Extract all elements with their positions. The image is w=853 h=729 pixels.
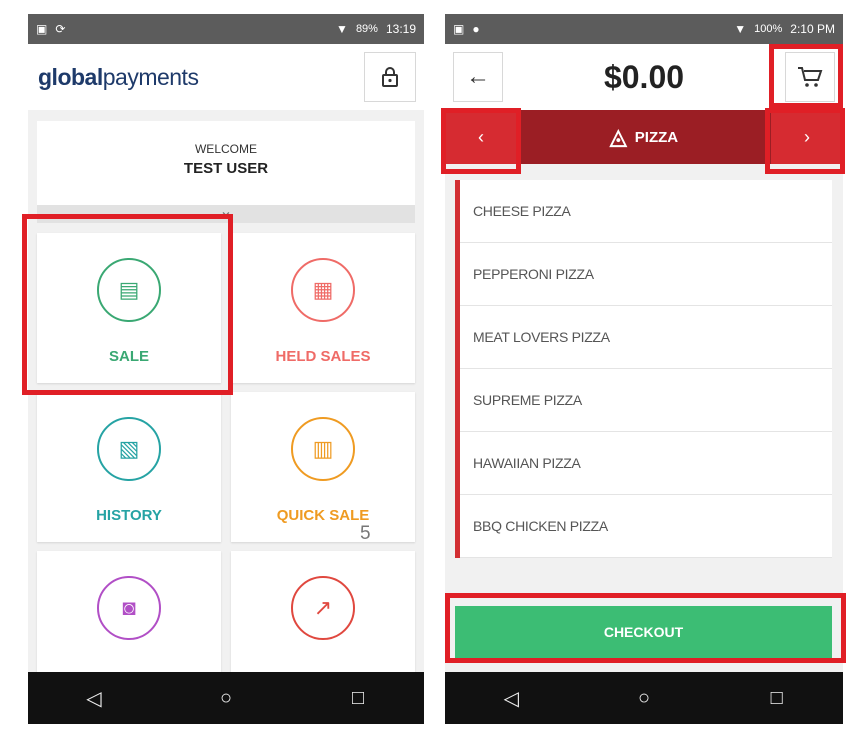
history-icon: ▧ bbox=[97, 417, 161, 481]
list-item[interactable]: PEPPERONI PIZZA bbox=[460, 243, 832, 306]
notification-icon: ▣ bbox=[36, 22, 48, 36]
history-label: HISTORY bbox=[96, 507, 162, 524]
user-name: TEST USER bbox=[183, 160, 269, 177]
back-nav-icon[interactable]: ◁ bbox=[499, 686, 523, 711]
checkout-highlight-box bbox=[445, 593, 846, 663]
reporting-chart-icon: ↗ bbox=[291, 576, 355, 640]
page-number: 5 bbox=[360, 523, 371, 544]
list-item[interactable]: BBQ CHICKEN PIZZA bbox=[460, 495, 832, 558]
arrow-left-icon: ← bbox=[466, 63, 490, 90]
held-sales-icon: ▦ bbox=[291, 258, 355, 322]
prev-arrow-highlight-box bbox=[441, 108, 521, 174]
quick-sale-label: QUICK SALE bbox=[276, 507, 370, 524]
status-bar: ▣ ● ▼ 100% 2:10 PM bbox=[445, 14, 843, 44]
location-icon: ● bbox=[472, 22, 480, 36]
android-nav-bar: ◁ ○ □ bbox=[445, 672, 843, 724]
held-sales-tile[interactable]: ▦ HELD SALES bbox=[231, 233, 415, 383]
sync-icon: ⟳ bbox=[55, 22, 66, 36]
management-safe-icon: ◙ bbox=[97, 576, 161, 640]
battery-level: 89% bbox=[355, 23, 378, 35]
list-item[interactable]: MEAT LOVERS PIZZA bbox=[460, 306, 832, 369]
notification-icon: ▣ bbox=[453, 22, 465, 36]
history-tile[interactable]: ▧ HISTORY bbox=[37, 392, 221, 542]
status-bar: ▣ ⟳ ▼ 89% 13:19 bbox=[28, 14, 424, 44]
welcome-label: WELCOME bbox=[194, 142, 257, 156]
list-item[interactable]: CHEESE PIZZA bbox=[460, 180, 832, 243]
back-button[interactable]: ← bbox=[453, 52, 503, 102]
clock: 2:10 PM bbox=[790, 22, 835, 36]
clock: 13:19 bbox=[385, 22, 416, 36]
battery-level: 100% bbox=[754, 23, 783, 35]
list-item[interactable]: SUPREME PIZZA bbox=[460, 369, 832, 432]
list-item[interactable]: HAWAIIAN PIZZA bbox=[460, 432, 832, 495]
lock-button[interactable] bbox=[364, 52, 416, 102]
globalpayments-logo: globalpayments bbox=[38, 63, 199, 90]
category-label: PIZZA bbox=[634, 128, 679, 146]
cart-highlight-box bbox=[769, 44, 843, 108]
back-nav-icon[interactable]: ◁ bbox=[82, 686, 106, 711]
held-sales-label: HELD SALES bbox=[275, 348, 371, 365]
category-title: ◬ PIZZA bbox=[610, 124, 678, 150]
welcome-panel: WELCOME TEST USER ⌄ bbox=[37, 121, 415, 223]
wifi-icon: ▼ bbox=[336, 22, 348, 36]
quick-sale-icon: ▥ bbox=[291, 417, 355, 481]
recents-nav-icon[interactable]: □ bbox=[765, 687, 789, 710]
home-nav-icon[interactable]: ○ bbox=[632, 687, 656, 710]
sale-highlight-box bbox=[22, 214, 233, 395]
lock-icon bbox=[382, 67, 398, 87]
product-list: CHEESE PIZZA PEPPERONI PIZZA MEAT LOVERS… bbox=[455, 180, 832, 558]
order-total: $0.00 bbox=[603, 58, 685, 95]
app-header: globalpayments bbox=[28, 44, 424, 110]
pizza-slice-icon: ◬ bbox=[609, 124, 627, 149]
home-nav-icon[interactable]: ○ bbox=[214, 687, 238, 710]
next-arrow-highlight-box bbox=[765, 108, 845, 174]
wifi-icon: ▼ bbox=[734, 22, 747, 36]
recents-nav-icon[interactable]: □ bbox=[346, 687, 370, 710]
android-nav-bar: ◁ ○ □ bbox=[28, 672, 424, 724]
quick-sale-tile[interactable]: ▥ QUICK SALE bbox=[231, 392, 415, 542]
